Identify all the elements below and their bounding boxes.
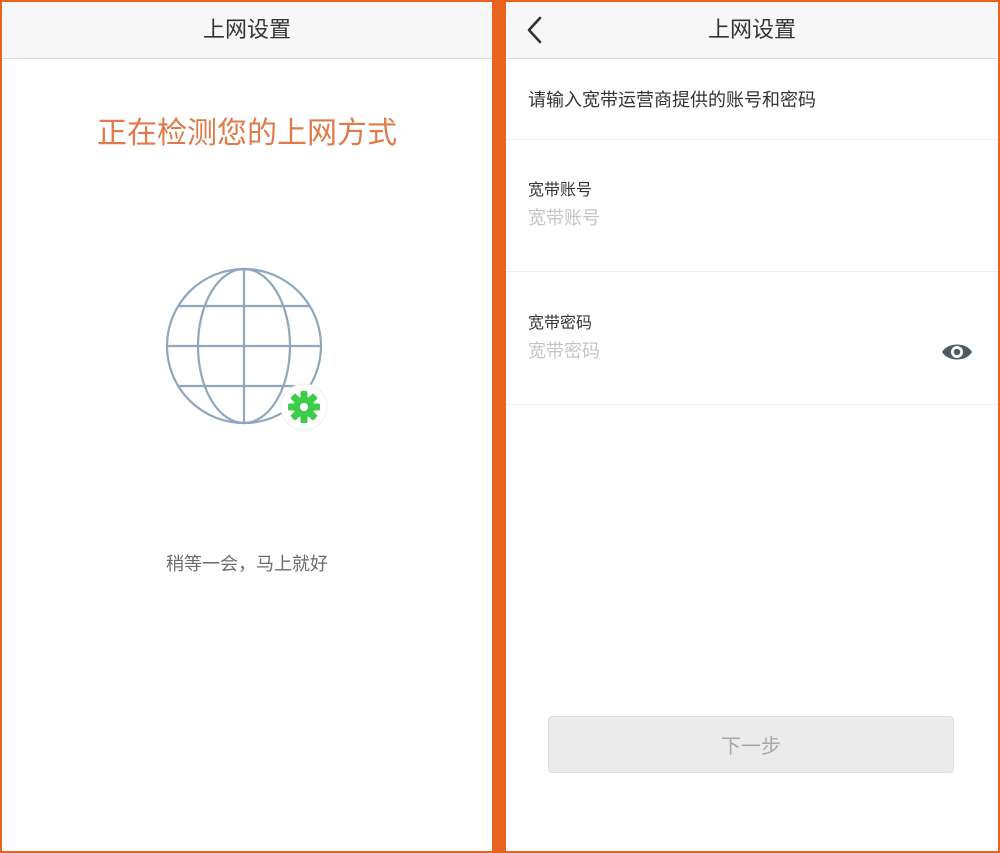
eye-icon xyxy=(942,344,972,360)
broadband-login-screen: 上网设置 请输入宽带运营商提供的账号和密码 宽带账号 宽带密码 下一步 xyxy=(506,2,998,851)
divider xyxy=(506,139,998,140)
wait-message: 稍等一会，马上就好 xyxy=(166,554,328,575)
screenshot-frame: 上网设置 正在检测您的上网方式 稍等一会，马上就好 上网设置 请输入宽带运营商提… xyxy=(0,0,1000,853)
instruction-text: 请输入宽带运营商提供的账号和密码 xyxy=(528,90,816,111)
globe-illustration xyxy=(162,264,332,434)
password-label: 宽带密码 xyxy=(528,313,593,332)
password-input[interactable] xyxy=(528,337,928,365)
gear-icon xyxy=(280,383,328,431)
next-step-button[interactable]: 下一步 xyxy=(548,716,954,773)
show-password-toggle[interactable] xyxy=(940,338,974,366)
detecting-title: 正在检测您的上网方式 xyxy=(97,116,397,151)
globe-icon xyxy=(165,267,328,431)
page-title: 上网设置 xyxy=(707,18,796,43)
account-label: 宽带账号 xyxy=(528,180,593,199)
page-title: 上网设置 xyxy=(202,18,291,43)
divider xyxy=(506,271,998,272)
account-input[interactable] xyxy=(528,204,928,232)
detecting-screen: 上网设置 正在检测您的上网方式 稍等一会，马上就好 xyxy=(2,2,492,851)
nav-bar: 上网设置 xyxy=(2,2,492,59)
nav-bar: 上网设置 xyxy=(506,2,998,59)
divider xyxy=(506,404,998,405)
